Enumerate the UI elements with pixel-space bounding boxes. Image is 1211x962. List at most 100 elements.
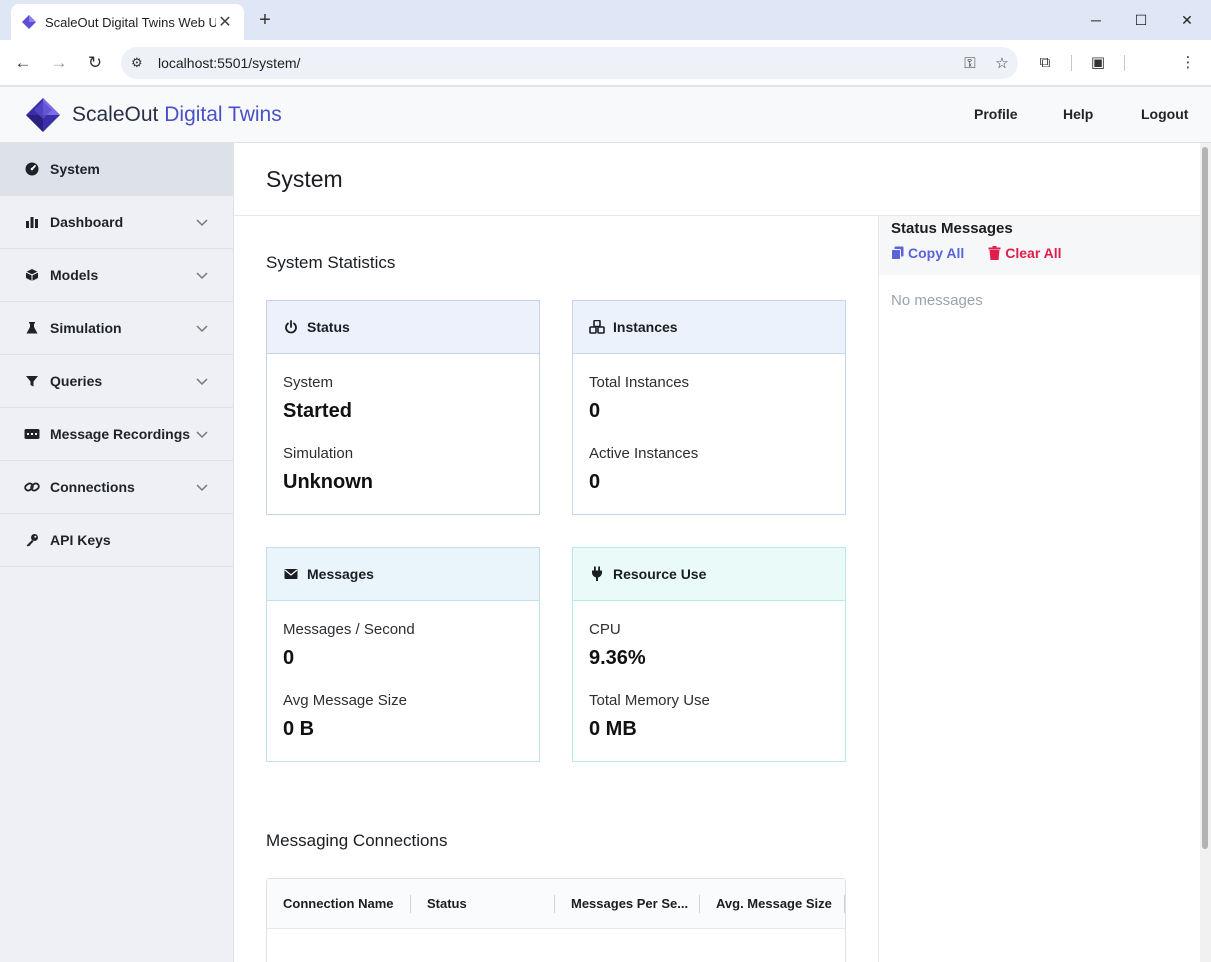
system-statistics-heading: System Statistics bbox=[266, 253, 396, 272]
resource-use-card: Resource Use CPU 9.36% Total Memory Use … bbox=[572, 547, 846, 762]
no-messages-text: No messages bbox=[891, 292, 983, 309]
profile-link[interactable]: Profile bbox=[974, 106, 1018, 122]
chevron-down-icon[interactable] bbox=[195, 268, 209, 282]
chevron-down-icon[interactable] bbox=[195, 480, 209, 494]
stat-value: 0 bbox=[589, 400, 601, 422]
stat-value: Unknown bbox=[283, 471, 373, 493]
stat-label: Simulation bbox=[283, 445, 354, 462]
menu-dots-icon[interactable]: ⋮ bbox=[1176, 51, 1200, 75]
chevron-down-icon[interactable] bbox=[195, 321, 209, 335]
screen-search-icon[interactable]: ▣ bbox=[1086, 51, 1110, 75]
gauge-icon bbox=[24, 161, 40, 177]
copy-all-label: Copy All bbox=[908, 245, 965, 261]
card-header: Status bbox=[267, 301, 539, 354]
chevron-down-icon[interactable] bbox=[195, 427, 209, 441]
page-scrollbar[interactable] bbox=[1200, 143, 1211, 962]
sidebar-item-label: Queries bbox=[50, 373, 103, 389]
scrollbar-thumb[interactable] bbox=[1202, 147, 1208, 849]
stat-label: Avg Message Size bbox=[283, 692, 407, 709]
brand-name: ScaleOut Digital Twins bbox=[72, 103, 282, 126]
column-header-messages-per-second[interactable]: Messages Per Se... bbox=[555, 894, 700, 913]
sidebar-item-label: Connections bbox=[50, 479, 135, 495]
back-icon[interactable]: ← bbox=[11, 51, 35, 75]
scaleout-favicon-icon bbox=[22, 15, 36, 29]
sidebar-item-label: API Keys bbox=[50, 532, 111, 548]
key-icon bbox=[24, 532, 40, 548]
extensions-icon[interactable]: ⧉ bbox=[1033, 51, 1057, 75]
recording-icon bbox=[24, 426, 40, 442]
power-icon bbox=[283, 319, 299, 335]
stat-label: Total Instances bbox=[589, 374, 690, 391]
card-header: Instances bbox=[573, 301, 845, 354]
reload-icon[interactable]: ↻ bbox=[83, 51, 107, 75]
sidebar-item-dashboard[interactable]: Dashboard bbox=[0, 196, 233, 249]
close-window-button[interactable]: ✕ bbox=[1177, 8, 1197, 32]
sidebar-item-connections[interactable]: Connections bbox=[0, 461, 233, 514]
filter-icon bbox=[24, 373, 40, 389]
sidebar-item-label: Message Recordings bbox=[50, 426, 191, 442]
card-header: Resource Use bbox=[573, 548, 845, 601]
new-tab-button[interactable]: + bbox=[255, 8, 275, 32]
clear-all-button[interactable]: Clear All bbox=[988, 245, 1062, 261]
stat-label: CPU bbox=[589, 621, 621, 638]
address-bar[interactable]: ⚙ localhost:5501/system/ ⚿ ☆ bbox=[121, 47, 1018, 79]
stat-value: 0 B bbox=[283, 718, 315, 740]
sidebar-item-simulation[interactable]: Simulation bbox=[0, 302, 233, 355]
bookmark-star-icon[interactable]: ☆ bbox=[986, 54, 1018, 72]
sidebar-item-label: Simulation bbox=[50, 320, 122, 336]
tab-title: ScaleOut Digital Twins Web UI bbox=[45, 14, 216, 30]
scaleout-logo-icon bbox=[26, 98, 60, 132]
sidebar-item-queries[interactable]: Queries bbox=[0, 355, 233, 408]
site-info-icon[interactable]: ⚙ bbox=[131, 55, 149, 71]
sidebar-item-system[interactable]: System bbox=[0, 143, 233, 196]
chart-icon bbox=[24, 214, 40, 230]
card-title: Messages bbox=[307, 566, 374, 582]
toolbar-divider bbox=[1071, 55, 1072, 71]
stat-value: 0 bbox=[589, 471, 601, 493]
cubes-icon bbox=[589, 319, 605, 335]
help-link[interactable]: Help bbox=[1063, 106, 1093, 122]
maximize-button[interactable]: ☐ bbox=[1131, 8, 1151, 32]
main-content: System System Statistics Status System S… bbox=[234, 143, 1200, 962]
card-header: Messages bbox=[267, 548, 539, 601]
brand[interactable]: ScaleOut Digital Twins bbox=[24, 96, 282, 134]
plug-icon bbox=[589, 566, 605, 582]
toolbar-divider bbox=[1124, 55, 1125, 71]
minimize-button[interactable]: ─ bbox=[1086, 8, 1106, 32]
column-header-avg-message-size[interactable]: Avg. Message Size bbox=[700, 894, 845, 913]
forward-icon[interactable]: → bbox=[47, 51, 71, 75]
cube-icon bbox=[24, 267, 40, 283]
sidebar-item-models[interactable]: Models bbox=[0, 249, 233, 302]
table-header: Connection Name Status Messages Per Se..… bbox=[267, 879, 845, 929]
sidebar-item-message-recordings[interactable]: Message Recordings bbox=[0, 408, 233, 461]
sidebar-item-label: Models bbox=[50, 267, 99, 283]
stat-label: Messages / Second bbox=[283, 621, 415, 638]
instances-card: Instances Total Instances 0 Active Insta… bbox=[572, 300, 846, 515]
chevron-down-icon[interactable] bbox=[195, 374, 209, 388]
trash-icon bbox=[988, 246, 1001, 260]
card-title: Status bbox=[307, 319, 350, 335]
column-header-status[interactable]: Status bbox=[411, 894, 555, 913]
browser-tab[interactable]: ScaleOut Digital Twins Web UI ✕ bbox=[11, 4, 244, 40]
sidebar-item-api-keys[interactable]: API Keys bbox=[0, 514, 233, 567]
stat-value: 0 bbox=[283, 647, 295, 669]
stat-value: 0 MB bbox=[589, 718, 637, 740]
stat-label: Active Instances bbox=[589, 445, 699, 462]
tab-close-icon[interactable]: ✕ bbox=[216, 12, 234, 32]
column-header-connection-name[interactable]: Connection Name bbox=[267, 894, 411, 913]
chevron-down-icon[interactable] bbox=[195, 215, 209, 229]
status-card: Status System Started Simulation Unknown bbox=[266, 300, 540, 515]
copy-all-button[interactable]: Copy All bbox=[891, 245, 964, 261]
flask-icon bbox=[24, 320, 40, 336]
page-title: System bbox=[266, 165, 343, 192]
password-key-icon[interactable]: ⚿ bbox=[954, 55, 986, 72]
browser-toolbar: ← → ↻ ⚙ localhost:5501/system/ ⚿ ☆ ⧉ ▣ ⋮ bbox=[0, 40, 1211, 86]
status-messages-title: Status Messages bbox=[891, 220, 1013, 237]
url-text[interactable]: localhost:5501/system/ bbox=[158, 55, 954, 71]
stat-value: Started bbox=[283, 400, 352, 422]
logout-link[interactable]: Logout bbox=[1141, 106, 1188, 122]
stat-value: 9.36% bbox=[589, 647, 646, 669]
browser-tabstrip: ScaleOut Digital Twins Web UI ✕ + ─ ☐ ✕ bbox=[0, 0, 1211, 40]
stat-label: Total Memory Use bbox=[589, 692, 710, 709]
page-header: System bbox=[234, 143, 1200, 216]
